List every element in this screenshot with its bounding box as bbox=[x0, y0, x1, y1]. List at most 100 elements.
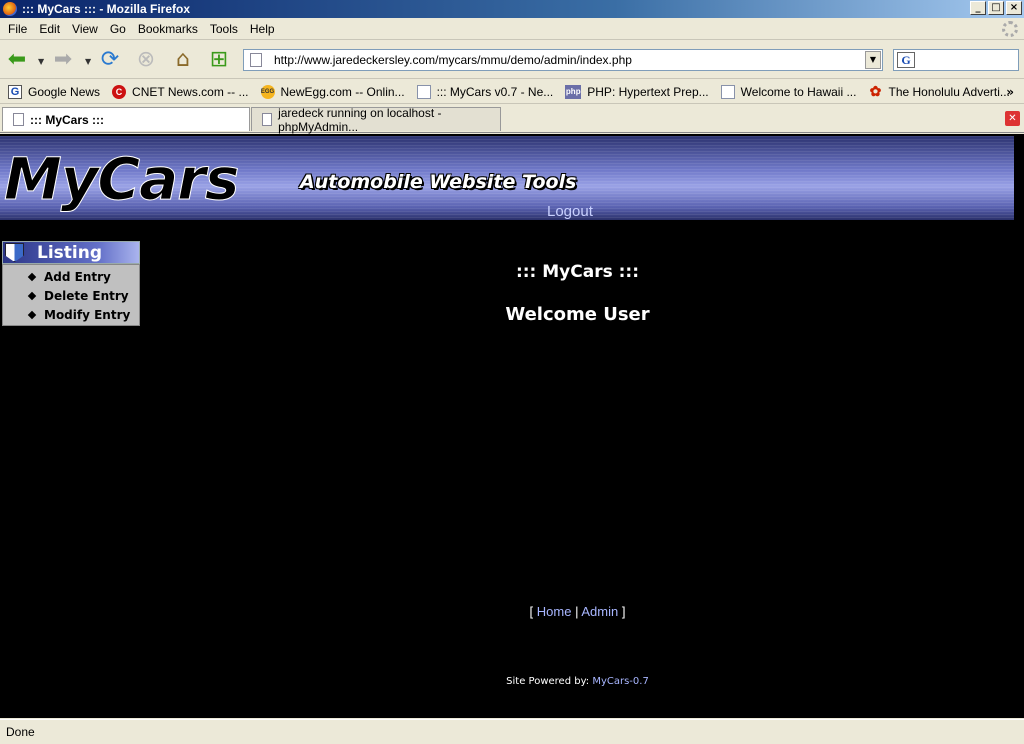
bookmarks-toolbar: G Google News C CNET News.com -- ... EGG… bbox=[0, 80, 1024, 104]
page-heading: ::: MyCars ::: bbox=[515, 262, 640, 282]
sidebar-item-delete-entry[interactable]: Delete Entry bbox=[3, 286, 139, 305]
menu-edit[interactable]: Edit bbox=[39, 22, 60, 36]
powered-by-text: Site Powered by: bbox=[506, 676, 593, 687]
bookmark-google-news[interactable]: G Google News bbox=[8, 84, 101, 99]
bookmark-label: Google News bbox=[28, 84, 101, 99]
page-content: MyCars Automobile Website Tools Logout L… bbox=[0, 134, 1024, 718]
menu-tools[interactable]: Tools bbox=[210, 22, 238, 36]
footer-links: [ Home | Admin ] bbox=[440, 604, 715, 619]
tab-label: jaredeck running on localhost - phpMyAdm… bbox=[278, 105, 442, 134]
bookmark-newegg[interactable]: EGG NewEgg.com -- Onlin... bbox=[260, 84, 405, 99]
sidebar-menu: Add Entry Delete Entry Modify Entry bbox=[2, 264, 140, 326]
tab-phpmyadmin[interactable]: jaredeck running on localhost - phpMyAdm… bbox=[251, 105, 501, 134]
bookmarks-overflow-button[interactable]: » bbox=[1006, 85, 1014, 99]
url-dropdown-icon[interactable]: ▼ bbox=[865, 51, 881, 69]
close-window-button[interactable]: × bbox=[1006, 1, 1022, 15]
home-link[interactable]: Home bbox=[537, 604, 572, 619]
address-bar[interactable]: http://www.jaredeckersley.com/mycars/mmu… bbox=[243, 49, 883, 71]
home-icon: ⌂ bbox=[176, 47, 190, 72]
bookmark-mycars[interactable]: ::: MyCars v0.7 - Ne... bbox=[416, 84, 554, 99]
sidebar-item-label: Delete Entry bbox=[44, 288, 129, 303]
listing-sidebar: Listing Add Entry Delete Entry Modify En… bbox=[2, 241, 140, 326]
bullet-icon bbox=[27, 272, 37, 281]
welcome-message: Welcome User bbox=[505, 304, 650, 325]
back-dropdown-icon[interactable]: ▼ bbox=[38, 57, 44, 66]
new-tab-icon: ⊞ bbox=[209, 47, 229, 72]
menu-help[interactable]: Help bbox=[250, 22, 275, 36]
reload-button[interactable]: ⟳ bbox=[97, 47, 123, 73]
stop-icon: ⊗ bbox=[136, 47, 156, 72]
window-controls: _ □ × bbox=[970, 1, 1022, 15]
forward-button[interactable]: ➡ bbox=[50, 47, 76, 73]
bookmark-hawaii[interactable]: Welcome to Hawaii ... bbox=[720, 84, 857, 99]
site-logo: MyCars bbox=[3, 145, 239, 214]
newegg-icon: EGG bbox=[260, 84, 275, 99]
close-tab-icon[interactable]: ✕ bbox=[1005, 111, 1020, 126]
menu-file[interactable]: File bbox=[8, 22, 27, 36]
search-box[interactable]: G bbox=[893, 49, 1019, 71]
hibiscus-icon: ✿ bbox=[869, 83, 882, 99]
scrollbar bbox=[1014, 134, 1024, 718]
status-text: Done bbox=[6, 725, 35, 739]
bullet-icon bbox=[27, 310, 37, 319]
shield-icon bbox=[5, 243, 24, 262]
window-title-bar: ::: MyCars ::: - Mozilla Firefox _ □ × bbox=[0, 0, 1024, 18]
tab-label: ::: MyCars ::: bbox=[30, 112, 104, 127]
throbber-icon bbox=[1002, 21, 1018, 37]
tab-bar: ::: MyCars ::: jaredeck running on local… bbox=[0, 105, 1024, 134]
stop-button[interactable]: ⊗ bbox=[133, 47, 159, 73]
sidebar-item-label: Add Entry bbox=[44, 269, 111, 284]
menu-bar: File Edit View Go Bookmarks Tools Help bbox=[0, 18, 1024, 40]
menu-view[interactable]: View bbox=[72, 22, 98, 36]
url-text[interactable]: http://www.jaredeckersley.com/mycars/mmu… bbox=[274, 53, 632, 67]
minimize-button[interactable]: _ bbox=[970, 1, 986, 15]
menu-go[interactable]: Go bbox=[110, 22, 126, 36]
site-banner: MyCars Automobile Website Tools Logout bbox=[0, 136, 1014, 220]
sidebar-title: Listing bbox=[37, 242, 103, 263]
bookmark-label: ::: MyCars v0.7 - Ne... bbox=[436, 84, 554, 99]
maximize-button[interactable]: □ bbox=[988, 1, 1004, 15]
google-search-icon[interactable]: G bbox=[897, 52, 915, 68]
bookmark-label: CNET News.com -- ... bbox=[132, 84, 249, 99]
menu-bookmarks[interactable]: Bookmarks bbox=[138, 22, 198, 36]
sidebar-header: Listing bbox=[2, 241, 140, 264]
sidebar-item-label: Modify Entry bbox=[44, 307, 131, 322]
forward-dropdown-icon[interactable]: ▼ bbox=[85, 57, 91, 66]
logout-link[interactable]: Logout bbox=[547, 203, 593, 220]
window-title: ::: MyCars ::: - Mozilla Firefox bbox=[22, 2, 191, 16]
bracket-open: [ bbox=[529, 604, 534, 619]
bookmark-cnet[interactable]: C CNET News.com -- ... bbox=[112, 84, 249, 99]
sidebar-item-add-entry[interactable]: Add Entry bbox=[3, 267, 139, 286]
reload-icon: ⟳ bbox=[100, 47, 120, 72]
link-separator: | bbox=[575, 604, 579, 619]
page-icon bbox=[250, 53, 262, 67]
firefox-icon bbox=[3, 2, 17, 16]
powered-by: Site Powered by: MyCars-0.7 bbox=[440, 676, 715, 687]
page-icon bbox=[416, 84, 431, 99]
tab-mycars[interactable]: ::: MyCars ::: bbox=[2, 107, 250, 131]
sidebar-item-modify-entry[interactable]: Modify Entry bbox=[3, 305, 139, 324]
bookmark-label: The Honolulu Adverti... bbox=[888, 84, 1010, 99]
page-icon bbox=[720, 84, 735, 99]
mycars-version-link[interactable]: MyCars-0.7 bbox=[592, 676, 649, 687]
new-tab-button[interactable]: ⊞ bbox=[206, 47, 232, 73]
google-icon: G bbox=[8, 84, 22, 99]
page-icon bbox=[262, 113, 273, 126]
back-arrow-icon: ⬅ bbox=[7, 47, 27, 72]
site-tagline: Automobile Website Tools bbox=[300, 171, 577, 193]
bookmark-honolulu[interactable]: ✿ The Honolulu Adverti... bbox=[868, 83, 1010, 99]
forward-arrow-icon: ➡ bbox=[53, 47, 73, 72]
page-icon bbox=[13, 113, 24, 126]
bookmark-label: PHP: Hypertext Prep... bbox=[587, 84, 709, 99]
admin-link[interactable]: Admin bbox=[581, 604, 618, 619]
bracket-close: ] bbox=[621, 604, 626, 619]
status-bar: Done bbox=[0, 719, 1024, 744]
home-button[interactable]: ⌂ bbox=[170, 47, 196, 73]
back-button[interactable]: ⬅ bbox=[4, 47, 30, 73]
bookmark-label: Welcome to Hawaii ... bbox=[740, 84, 857, 99]
bookmark-label: NewEgg.com -- Onlin... bbox=[280, 84, 405, 99]
bullet-icon bbox=[27, 291, 37, 300]
navigation-toolbar: ⬅ ▼ ➡ ▼ ⟳ ⊗ ⌂ ⊞ http://www.jaredeckersle… bbox=[0, 41, 1024, 79]
bookmark-php[interactable]: php PHP: Hypertext Prep... bbox=[565, 84, 709, 99]
php-icon: php bbox=[565, 84, 582, 99]
